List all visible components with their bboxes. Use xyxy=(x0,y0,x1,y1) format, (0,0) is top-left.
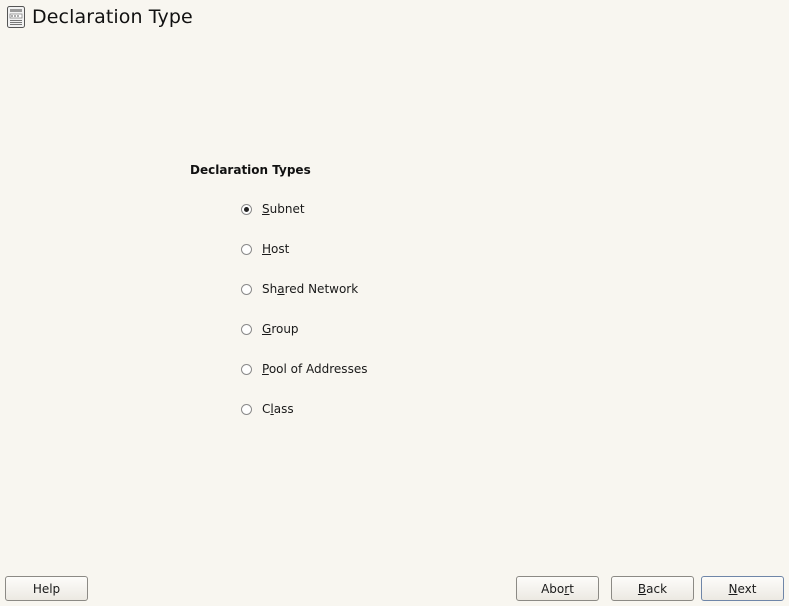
radio-label-pool-of-addresses[interactable]: Pool of Addresses xyxy=(262,362,367,376)
radio-option-class[interactable]: Class xyxy=(240,401,367,417)
abort-button[interactable]: Abo r t xyxy=(516,576,599,601)
radio-label-host[interactable]: Host xyxy=(262,242,289,256)
radio-label-shared-network[interactable]: Shared Network xyxy=(262,282,358,296)
page-title: Declaration Type xyxy=(32,6,193,28)
radio-label-subnet[interactable]: Subnet xyxy=(262,202,305,216)
radio-label-class[interactable]: Class xyxy=(262,402,294,416)
radio-button-shared-network[interactable] xyxy=(241,283,252,295)
radio-button-class[interactable] xyxy=(241,403,252,415)
header: Declaration Type xyxy=(6,4,193,30)
declaration-type-radio-group: Subnet Host Shared Network Group Pool of… xyxy=(240,201,367,441)
next-button[interactable]: Next xyxy=(701,576,784,601)
declaration-types-heading: Declaration Types xyxy=(190,163,311,177)
radio-option-group[interactable]: Group xyxy=(240,321,367,337)
help-button[interactable]: Help xyxy=(5,576,88,601)
radio-option-host[interactable]: Host xyxy=(240,241,367,257)
radio-button-subnet[interactable] xyxy=(241,203,252,215)
radio-button-group[interactable] xyxy=(241,323,252,335)
radio-option-subnet[interactable]: Subnet xyxy=(240,201,367,217)
radio-button-pool-of-addresses[interactable] xyxy=(241,363,252,375)
back-button[interactable]: Back xyxy=(611,576,694,601)
server-config-icon xyxy=(6,5,26,29)
radio-button-host[interactable] xyxy=(241,243,252,255)
radio-label-group[interactable]: Group xyxy=(262,322,299,336)
radio-option-shared-network[interactable]: Shared Network xyxy=(240,281,367,297)
radio-option-pool-of-addresses[interactable]: Pool of Addresses xyxy=(240,361,367,377)
